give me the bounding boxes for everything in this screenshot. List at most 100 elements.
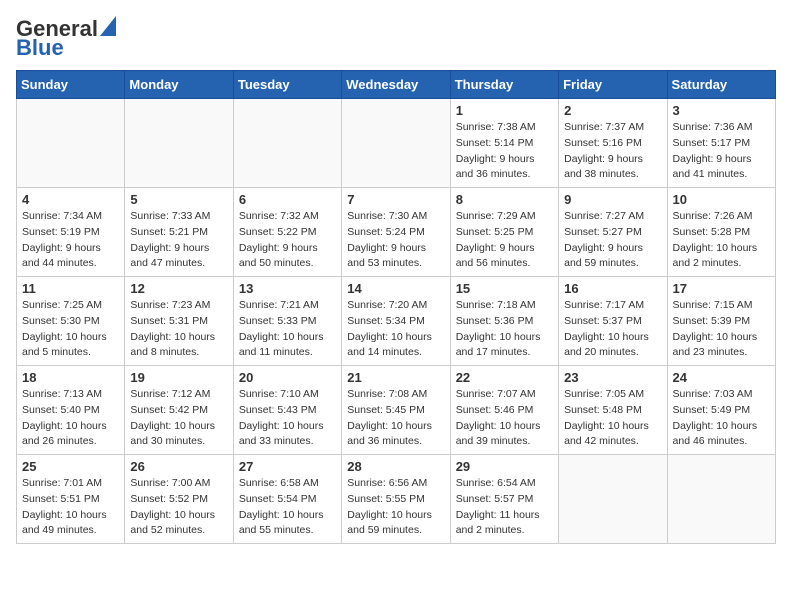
calendar-cell	[342, 99, 450, 188]
day-number: 16	[564, 281, 661, 296]
calendar-cell: 13 Sunrise: 7:21 AM Sunset: 5:33 PM Dayli…	[233, 277, 341, 366]
day-info: Sunrise: 7:07 AM Sunset: 5:46 PM Dayligh…	[456, 387, 553, 450]
day-of-week-header: Friday	[559, 71, 667, 99]
calendar-cell	[233, 99, 341, 188]
page-header: General Blue	[16, 16, 776, 60]
day-info: Sunrise: 7:26 AM Sunset: 5:28 PM Dayligh…	[673, 209, 770, 272]
day-info: Sunrise: 7:01 AM Sunset: 5:51 PM Dayligh…	[22, 476, 119, 539]
calendar-header-row: SundayMondayTuesdayWednesdayThursdayFrid…	[17, 71, 776, 99]
calendar-cell: 18 Sunrise: 7:13 AM Sunset: 5:40 PM Dayli…	[17, 366, 125, 455]
day-number: 17	[673, 281, 770, 296]
day-info: Sunrise: 7:33 AM Sunset: 5:21 PM Dayligh…	[130, 209, 227, 272]
day-number: 9	[564, 192, 661, 207]
day-number: 21	[347, 370, 444, 385]
day-info: Sunrise: 7:00 AM Sunset: 5:52 PM Dayligh…	[130, 476, 227, 539]
day-number: 15	[456, 281, 553, 296]
day-info: Sunrise: 7:20 AM Sunset: 5:34 PM Dayligh…	[347, 298, 444, 361]
calendar-week-row: 1 Sunrise: 7:38 AM Sunset: 5:14 PM Daylig…	[17, 99, 776, 188]
calendar-cell: 28 Sunrise: 6:56 AM Sunset: 5:55 PM Dayli…	[342, 455, 450, 544]
day-number: 18	[22, 370, 119, 385]
calendar-cell: 22 Sunrise: 7:07 AM Sunset: 5:46 PM Dayli…	[450, 366, 558, 455]
calendar-cell	[125, 99, 233, 188]
day-info: Sunrise: 7:03 AM Sunset: 5:49 PM Dayligh…	[673, 387, 770, 450]
calendar-cell: 2 Sunrise: 7:37 AM Sunset: 5:16 PM Daylig…	[559, 99, 667, 188]
day-number: 1	[456, 103, 553, 118]
calendar-week-row: 11 Sunrise: 7:25 AM Sunset: 5:30 PM Dayli…	[17, 277, 776, 366]
day-of-week-header: Monday	[125, 71, 233, 99]
calendar-cell: 11 Sunrise: 7:25 AM Sunset: 5:30 PM Dayli…	[17, 277, 125, 366]
day-info: Sunrise: 7:10 AM Sunset: 5:43 PM Dayligh…	[239, 387, 336, 450]
calendar-cell: 24 Sunrise: 7:03 AM Sunset: 5:49 PM Dayli…	[667, 366, 775, 455]
day-number: 22	[456, 370, 553, 385]
day-info: Sunrise: 6:56 AM Sunset: 5:55 PM Dayligh…	[347, 476, 444, 539]
calendar-cell: 7 Sunrise: 7:30 AM Sunset: 5:24 PM Daylig…	[342, 188, 450, 277]
calendar-cell: 16Sunrise: 7:17 AM Sunset: 5:37 PM Dayli…	[559, 277, 667, 366]
day-info: Sunrise: 7:38 AM Sunset: 5:14 PM Dayligh…	[456, 120, 553, 183]
day-of-week-header: Sunday	[17, 71, 125, 99]
day-number: 2	[564, 103, 661, 118]
day-number: 25	[22, 459, 119, 474]
logo: General Blue	[16, 16, 116, 60]
day-info: Sunrise: 7:34 AM Sunset: 5:19 PM Dayligh…	[22, 209, 119, 272]
calendar-cell: 5 Sunrise: 7:33 AM Sunset: 5:21 PM Daylig…	[125, 188, 233, 277]
calendar-cell: 14 Sunrise: 7:20 AM Sunset: 5:34 PM Dayli…	[342, 277, 450, 366]
day-info: Sunrise: 7:18 AM Sunset: 5:36 PM Dayligh…	[456, 298, 553, 361]
calendar-cell: 27Sunrise: 6:58 AM Sunset: 5:54 PM Dayli…	[233, 455, 341, 544]
calendar-cell: 19 Sunrise: 7:12 AM Sunset: 5:42 PM Dayli…	[125, 366, 233, 455]
day-of-week-header: Saturday	[667, 71, 775, 99]
day-of-week-header: Tuesday	[233, 71, 341, 99]
calendar-cell: 23 Sunrise: 7:05 AM Sunset: 5:48 PM Dayli…	[559, 366, 667, 455]
day-number: 3	[673, 103, 770, 118]
day-of-week-header: Wednesday	[342, 71, 450, 99]
day-info: Sunrise: 7:23 AM Sunset: 5:31 PM Dayligh…	[130, 298, 227, 361]
calendar-cell: 3Sunrise: 7:36 AM Sunset: 5:17 PM Daylig…	[667, 99, 775, 188]
day-number: 28	[347, 459, 444, 474]
calendar-cell: 17 Sunrise: 7:15 AM Sunset: 5:39 PM Dayli…	[667, 277, 775, 366]
day-of-week-header: Thursday	[450, 71, 558, 99]
day-number: 5	[130, 192, 227, 207]
calendar-cell: 20Sunrise: 7:10 AM Sunset: 5:43 PM Dayli…	[233, 366, 341, 455]
calendar-cell: 12 Sunrise: 7:23 AM Sunset: 5:31 PM Dayli…	[125, 277, 233, 366]
day-info: Sunrise: 6:58 AM Sunset: 5:54 PM Dayligh…	[239, 476, 336, 539]
day-info: Sunrise: 6:54 AM Sunset: 5:57 PM Dayligh…	[456, 476, 553, 539]
day-number: 11	[22, 281, 119, 296]
calendar-cell: 10 Sunrise: 7:26 AM Sunset: 5:28 PM Dayli…	[667, 188, 775, 277]
calendar-cell: 29Sunrise: 6:54 AM Sunset: 5:57 PM Dayli…	[450, 455, 558, 544]
calendar-cell: 8Sunrise: 7:29 AM Sunset: 5:25 PM Daylig…	[450, 188, 558, 277]
day-number: 23	[564, 370, 661, 385]
day-info: Sunrise: 7:25 AM Sunset: 5:30 PM Dayligh…	[22, 298, 119, 361]
day-info: Sunrise: 7:27 AM Sunset: 5:27 PM Dayligh…	[564, 209, 661, 272]
calendar-cell	[559, 455, 667, 544]
day-number: 4	[22, 192, 119, 207]
calendar-cell: 15 Sunrise: 7:18 AM Sunset: 5:36 PM Dayli…	[450, 277, 558, 366]
day-number: 6	[239, 192, 336, 207]
day-info: Sunrise: 7:32 AM Sunset: 5:22 PM Dayligh…	[239, 209, 336, 272]
calendar-cell: 1 Sunrise: 7:38 AM Sunset: 5:14 PM Daylig…	[450, 99, 558, 188]
day-number: 19	[130, 370, 227, 385]
calendar-cell	[17, 99, 125, 188]
day-info: Sunrise: 7:21 AM Sunset: 5:33 PM Dayligh…	[239, 298, 336, 361]
day-info: Sunrise: 7:15 AM Sunset: 5:39 PM Dayligh…	[673, 298, 770, 361]
day-info: Sunrise: 7:29 AM Sunset: 5:25 PM Dayligh…	[456, 209, 553, 272]
day-number: 26	[130, 459, 227, 474]
day-info: Sunrise: 7:30 AM Sunset: 5:24 PM Dayligh…	[347, 209, 444, 272]
calendar-week-row: 25 Sunrise: 7:01 AM Sunset: 5:51 PM Dayli…	[17, 455, 776, 544]
day-number: 12	[130, 281, 227, 296]
calendar-table: SundayMondayTuesdayWednesdayThursdayFrid…	[16, 70, 776, 544]
calendar-cell: 26 Sunrise: 7:00 AM Sunset: 5:52 PM Dayli…	[125, 455, 233, 544]
day-info: Sunrise: 7:05 AM Sunset: 5:48 PM Dayligh…	[564, 387, 661, 450]
logo-triangle-icon	[100, 16, 116, 41]
day-info: Sunrise: 7:12 AM Sunset: 5:42 PM Dayligh…	[130, 387, 227, 450]
calendar-cell: 21Sunrise: 7:08 AM Sunset: 5:45 PM Dayli…	[342, 366, 450, 455]
day-number: 10	[673, 192, 770, 207]
day-number: 14	[347, 281, 444, 296]
day-info: Sunrise: 7:13 AM Sunset: 5:40 PM Dayligh…	[22, 387, 119, 450]
calendar-week-row: 4 Sunrise: 7:34 AM Sunset: 5:19 PM Daylig…	[17, 188, 776, 277]
day-info: Sunrise: 7:37 AM Sunset: 5:16 PM Dayligh…	[564, 120, 661, 183]
calendar-cell	[667, 455, 775, 544]
day-number: 24	[673, 370, 770, 385]
calendar-cell: 25 Sunrise: 7:01 AM Sunset: 5:51 PM Dayli…	[17, 455, 125, 544]
day-number: 13	[239, 281, 336, 296]
calendar-cell: 9 Sunrise: 7:27 AM Sunset: 5:27 PM Daylig…	[559, 188, 667, 277]
day-number: 7	[347, 192, 444, 207]
